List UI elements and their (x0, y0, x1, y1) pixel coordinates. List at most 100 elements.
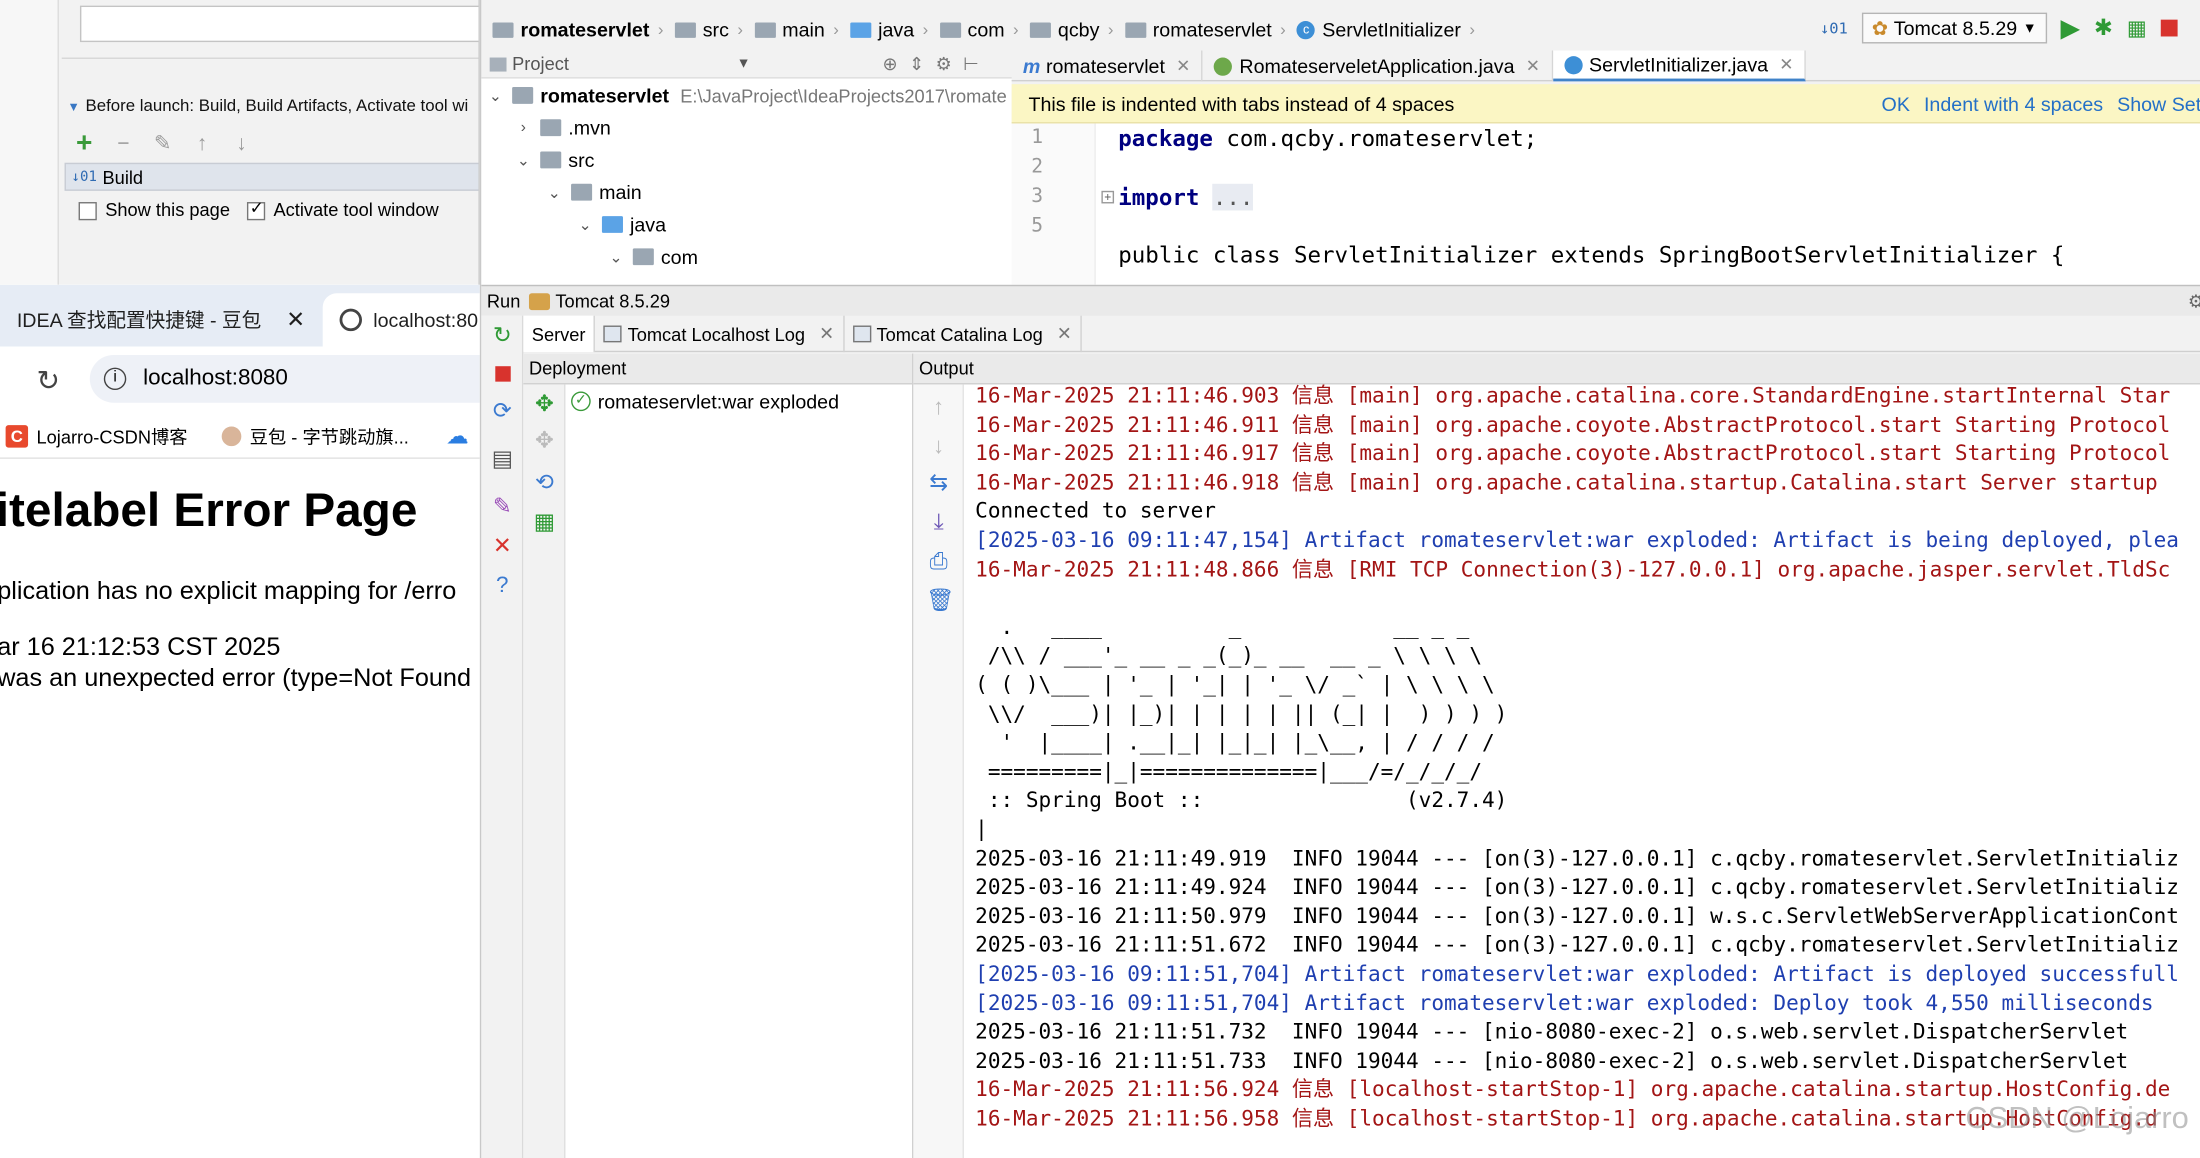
browser-tab-doubao[interactable]: IDEA 查找配置快捷键 - 豆包 ✕ (17, 293, 312, 346)
show-this-page-checkbox[interactable] (78, 202, 97, 221)
close-icon[interactable]: ✕ (286, 306, 305, 334)
artifact-icon[interactable]: ▦ (532, 511, 557, 536)
breadcrumb-romateservlet[interactable]: romateservlet › (1124, 18, 1286, 41)
class-icon: c (1297, 20, 1316, 39)
tab-localhost-log[interactable]: Tomcat Localhost Log ✕ (595, 315, 845, 353)
remove-icon[interactable]: − (112, 131, 134, 155)
move-down-icon[interactable]: ↓ (230, 131, 252, 155)
chevron-down-icon[interactable]: ⌄ (543, 183, 565, 202)
tree-node-main[interactable]: ⌄ main (543, 177, 642, 208)
update-application-icon[interactable]: ⟳ (490, 400, 515, 425)
print-icon[interactable]: ⎙ (926, 550, 951, 575)
chevron-down-icon[interactable]: ⌄ (484, 86, 506, 105)
build-project-icon[interactable]: ↓01 (1820, 19, 1848, 37)
tree-node-src[interactable]: ⌄ src (512, 145, 595, 176)
add-icon[interactable]: + (73, 127, 95, 159)
collapse-triangle-icon[interactable]: ▼ (67, 100, 80, 114)
layout-icon[interactable]: ▤ (490, 448, 515, 473)
browser-tab-localhost[interactable]: localhost:80 (322, 293, 480, 347)
scroll-up-icon[interactable]: ↑ (926, 396, 951, 421)
chevron-down-icon[interactable]: ⌄ (605, 248, 627, 266)
stop-icon[interactable] (2160, 19, 2178, 37)
soft-wrap-icon[interactable]: ⇆ (926, 471, 951, 496)
gear-icon[interactable]: ⚙ (2188, 290, 2200, 312)
class-icon (1563, 55, 1582, 74)
breadcrumb-main[interactable]: main › (754, 18, 839, 41)
close-icon[interactable]: ✕ (1057, 323, 1072, 345)
code-editor[interactable]: 1 2 3 5 package com.qcby.romateservlet; … (1011, 123, 2200, 285)
collapse-all-icon[interactable]: ⇕ (909, 53, 924, 75)
gear-icon[interactable]: ⚙ (936, 53, 952, 75)
deploy-icon[interactable]: ✥ (532, 393, 557, 418)
run-icon[interactable]: ▶ (2061, 13, 2080, 42)
editor-tab-application[interactable]: RomateserveletApplication.java ✕ (1203, 50, 1553, 82)
breadcrumb-qcby[interactable]: qcby › (1029, 18, 1113, 41)
tree-node-project[interactable]: ⌄ romateservlet E:\JavaProject\IdeaProject… (484, 80, 1007, 111)
console-output[interactable]: 16-Mar-2025 21:11:46.903 信息 [main] org.a… (975, 384, 2200, 1158)
help-icon[interactable]: ? (490, 574, 515, 599)
breadcrumb-src[interactable]: src › (674, 18, 743, 41)
before-launch-section[interactable]: ▼ Before launch: Build, Build Artifacts, … (67, 95, 468, 115)
tab-server[interactable]: Server (523, 315, 596, 353)
breadcrumb-java[interactable]: java › (850, 18, 928, 41)
code-line: public class ServletInitializer extends … (1118, 241, 2064, 268)
move-up-icon[interactable]: ↑ (191, 131, 213, 155)
error-detail: was an unexpected error (type=Not Found (0, 663, 472, 692)
rerun-icon[interactable]: ↻ (490, 324, 515, 349)
undeploy-icon[interactable]: ✥ (532, 429, 557, 454)
stop-icon[interactable] (490, 363, 515, 388)
close-icon[interactable]: ✕ (1526, 56, 1540, 76)
project-view-selector[interactable]: Project (489, 53, 569, 74)
tomcat-icon: ✿ (1871, 16, 1889, 39)
scroll-down-icon[interactable]: ↓ (926, 435, 951, 460)
banner-ok-link[interactable]: OK (1882, 92, 1910, 114)
editor-tab-pom[interactable]: m romateservlet ✕ (1012, 50, 1203, 82)
close-icon[interactable]: ✕ (1176, 56, 1190, 76)
breadcrumb-project[interactable]: romateservlet › (492, 18, 663, 41)
chevron-right-icon[interactable]: › (512, 119, 534, 136)
banner-indent-link[interactable]: Indent with 4 spaces (1924, 92, 2103, 114)
site-info-icon[interactable]: i (103, 367, 127, 391)
config-field[interactable] (79, 5, 479, 43)
line-number: 2 (1031, 155, 1044, 179)
coverage-icon[interactable]: ▦ (2127, 15, 2147, 41)
chevron-down-icon[interactable]: ⌄ (574, 215, 596, 234)
breadcrumb-com[interactable]: com › (939, 18, 1019, 41)
tab-catalina-log[interactable]: Tomcat Catalina Log ✕ (844, 315, 1082, 353)
run-configuration-select[interactable]: ✿ Tomcat 8.5.29 ▼ (1861, 12, 2047, 44)
activate-tool-window-option[interactable]: Activate tool window (246, 198, 439, 221)
breadcrumb-label: src (702, 18, 729, 41)
chevron-down-icon[interactable]: ⌄ (512, 151, 534, 169)
folded-imports[interactable]: ... (1213, 183, 1254, 211)
fold-expand-icon[interactable]: + (1101, 190, 1115, 204)
address-bar[interactable]: i localhost:8080 (89, 354, 480, 403)
bookmark-doubao[interactable]: 豆包 - 字节跳动旗... (221, 422, 409, 449)
show-this-page-option[interactable]: Show this page (78, 199, 230, 221)
tree-node-com[interactable]: ⌄ com (605, 241, 697, 272)
reload-icon[interactable]: ↻ (36, 363, 60, 398)
locate-icon[interactable]: ⊕ (883, 53, 898, 75)
edit-icon[interactable]: ✎ (152, 130, 174, 156)
deployment-artifact[interactable]: ✓ romateservlet:war exploded (571, 390, 839, 413)
package-icon (1124, 21, 1146, 38)
tree-node-java[interactable]: ⌄ java (574, 209, 666, 240)
breadcrumb-servletinitializer[interactable]: c ServletInitializer › (1297, 18, 1475, 41)
chevron-down-icon[interactable]: ▼ (737, 56, 751, 71)
banner-show-settings-link[interactable]: Show Setti (2117, 92, 2200, 114)
close-icon[interactable]: ✕ (490, 535, 515, 560)
bookmark-csdn[interactable]: C Lojarro-CSDN博客 (5, 422, 188, 449)
tree-node-mvn[interactable]: › .mvn (512, 112, 611, 143)
redeploy-icon[interactable]: ⟲ (532, 471, 557, 496)
debug-icon[interactable]: ✱ (2094, 14, 2113, 42)
activate-tool-window-checkbox[interactable] (246, 198, 266, 221)
deployed-check-icon: ✓ (571, 391, 591, 412)
close-icon[interactable]: ✕ (1779, 55, 1793, 75)
editor-tab-servletinitializer[interactable]: ServletInitializer.java ✕ (1552, 50, 1807, 82)
scroll-to-end-icon[interactable]: ⤓ (926, 511, 951, 536)
close-icon[interactable]: ✕ (819, 323, 834, 345)
before-launch-build-item[interactable]: ↓01 Build (64, 162, 479, 191)
pin-icon[interactable]: ✎ (490, 495, 515, 520)
cloud-icon[interactable]: ☁ (446, 422, 468, 450)
hide-icon[interactable]: ⊢ (963, 53, 979, 75)
clear-all-icon[interactable]: 🗑 (926, 589, 955, 614)
